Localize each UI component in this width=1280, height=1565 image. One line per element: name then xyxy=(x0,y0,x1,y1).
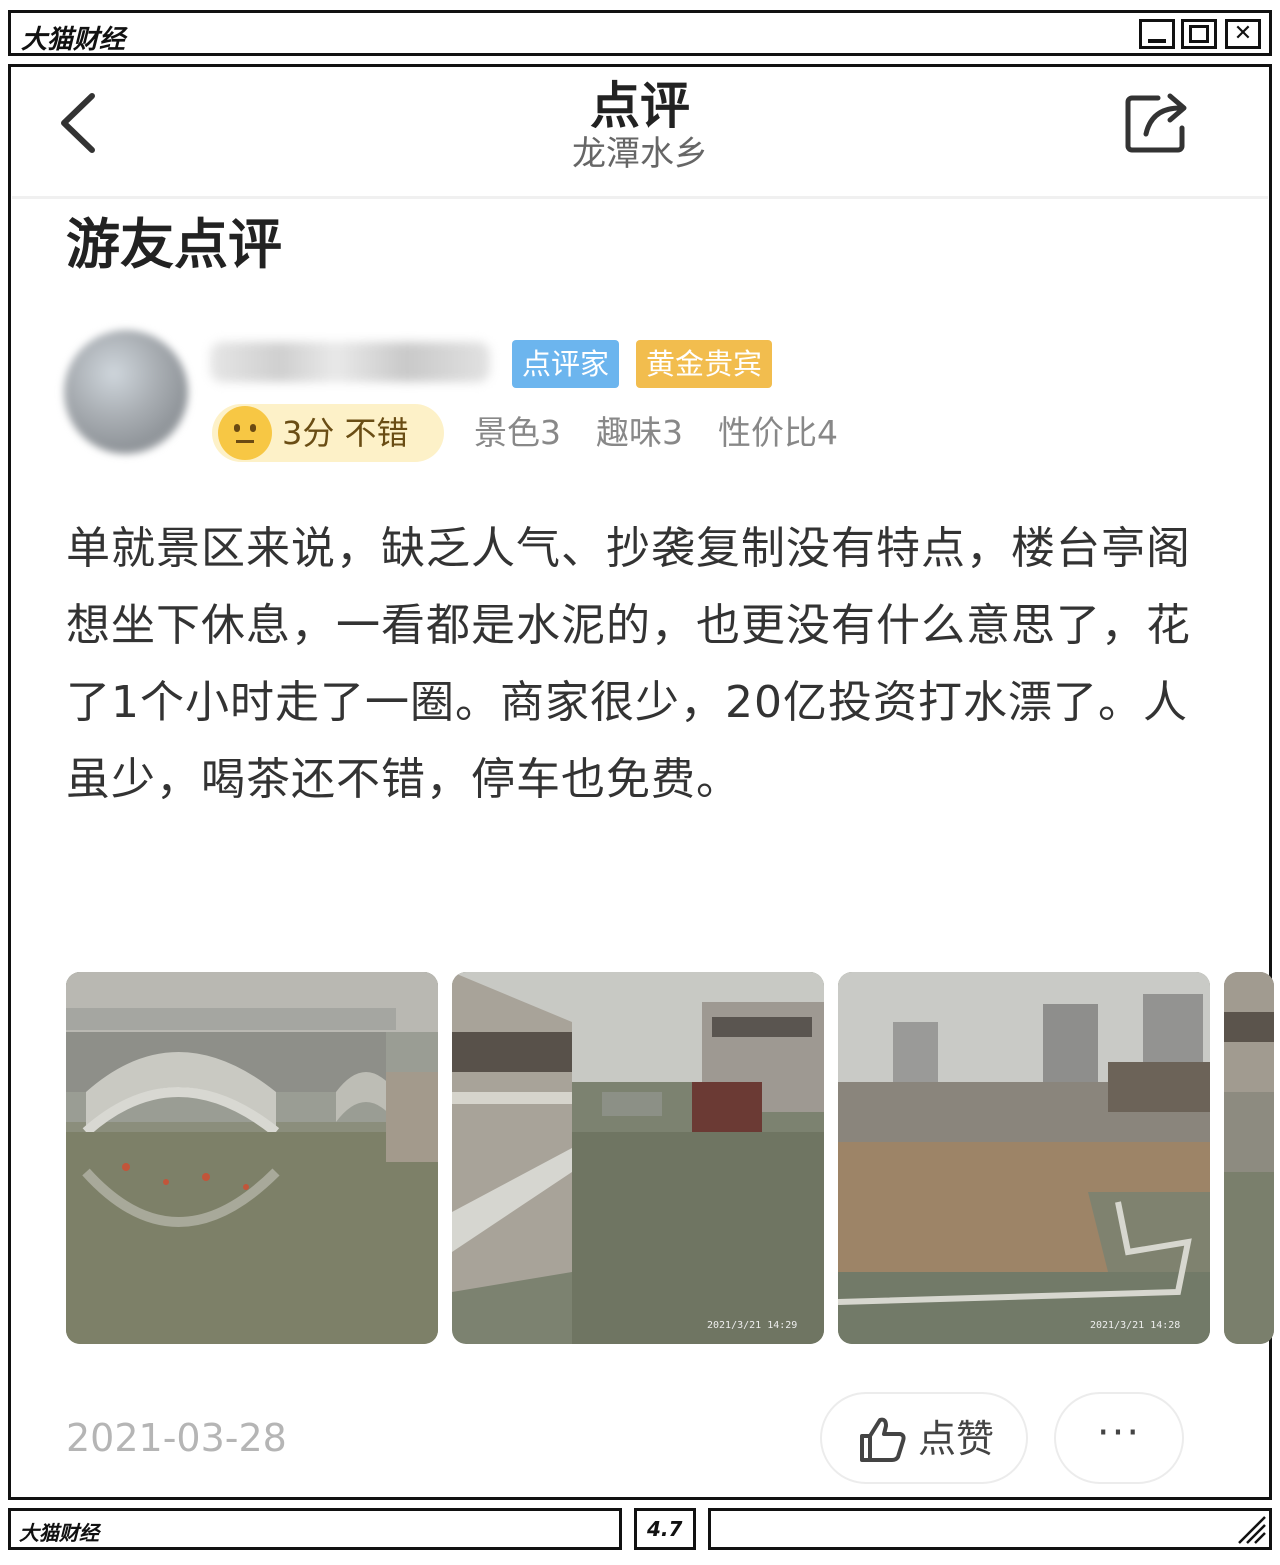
status-cell-right xyxy=(708,1508,1272,1550)
review-photo[interactable]: 2021/3/21 14:28 xyxy=(838,972,1210,1344)
minimize-icon xyxy=(1148,39,1166,43)
status-left-text: 大猫财经 xyxy=(19,1521,99,1545)
sub-score-scenery: 景色3 xyxy=(474,413,561,452)
resize-grip-icon[interactable] xyxy=(1233,1511,1267,1545)
back-button[interactable] xyxy=(50,88,110,158)
badge-reviewer: 点评家 xyxy=(512,340,620,388)
nav-divider xyxy=(12,196,1268,199)
review-photo[interactable] xyxy=(1224,972,1274,1344)
svg-text:2021/3/21 14:28: 2021/3/21 14:28 xyxy=(1090,1320,1180,1331)
rating-label: 3分 不错 xyxy=(282,414,409,452)
like-label: 点赞 xyxy=(918,1417,995,1461)
maximize-icon xyxy=(1189,25,1209,43)
review-date: 2021-03-28 xyxy=(66,1416,287,1460)
minimize-button[interactable] xyxy=(1139,19,1175,49)
like-button[interactable]: 点赞 xyxy=(820,1392,1028,1484)
more-button[interactable]: ··· xyxy=(1054,1392,1184,1484)
maximize-button[interactable] xyxy=(1181,19,1217,49)
share-button[interactable] xyxy=(1122,88,1194,158)
window-titlebar: 大猫财经 ✕ xyxy=(8,10,1272,56)
page-title: 点评 xyxy=(590,77,690,135)
close-icon: ✕ xyxy=(1233,21,1253,46)
sub-score-fun: 趣味3 xyxy=(596,413,683,452)
status-middle-text: 4.7 xyxy=(647,1517,683,1541)
share-icon xyxy=(1125,93,1187,153)
badge-gold-vip: 黄金贵宾 xyxy=(636,340,773,388)
back-chevron-icon xyxy=(61,93,95,153)
username-blurred xyxy=(210,342,490,382)
review-photo[interactable] xyxy=(66,972,438,1344)
sub-score-value: 性价比4 xyxy=(718,413,838,452)
svg-text:2021/3/21 14:29: 2021/3/21 14:29 xyxy=(707,1320,797,1331)
thumbs-up-icon xyxy=(860,1417,906,1462)
neutral-face-icon xyxy=(218,406,272,460)
close-button[interactable]: ✕ xyxy=(1225,19,1261,49)
window-title: 大猫财经 xyxy=(21,25,126,55)
status-cell-left: 大猫财经 xyxy=(8,1508,622,1550)
avatar[interactable] xyxy=(64,330,188,454)
rating-pill: 3分 不错 xyxy=(212,404,444,462)
review-text: 单就景区来说，缺乏人气、抄袭复制没有特点，楼台亭阁想坐下休息，一看都是水泥的，也… xyxy=(66,523,1191,805)
status-cell-middle: 4.7 xyxy=(634,1508,696,1550)
review-photo[interactable]: 2021/3/21 14:29 xyxy=(452,972,824,1344)
page-subtitle: 龙潭水乡 xyxy=(572,134,708,174)
section-title: 游友点评 xyxy=(66,213,282,276)
